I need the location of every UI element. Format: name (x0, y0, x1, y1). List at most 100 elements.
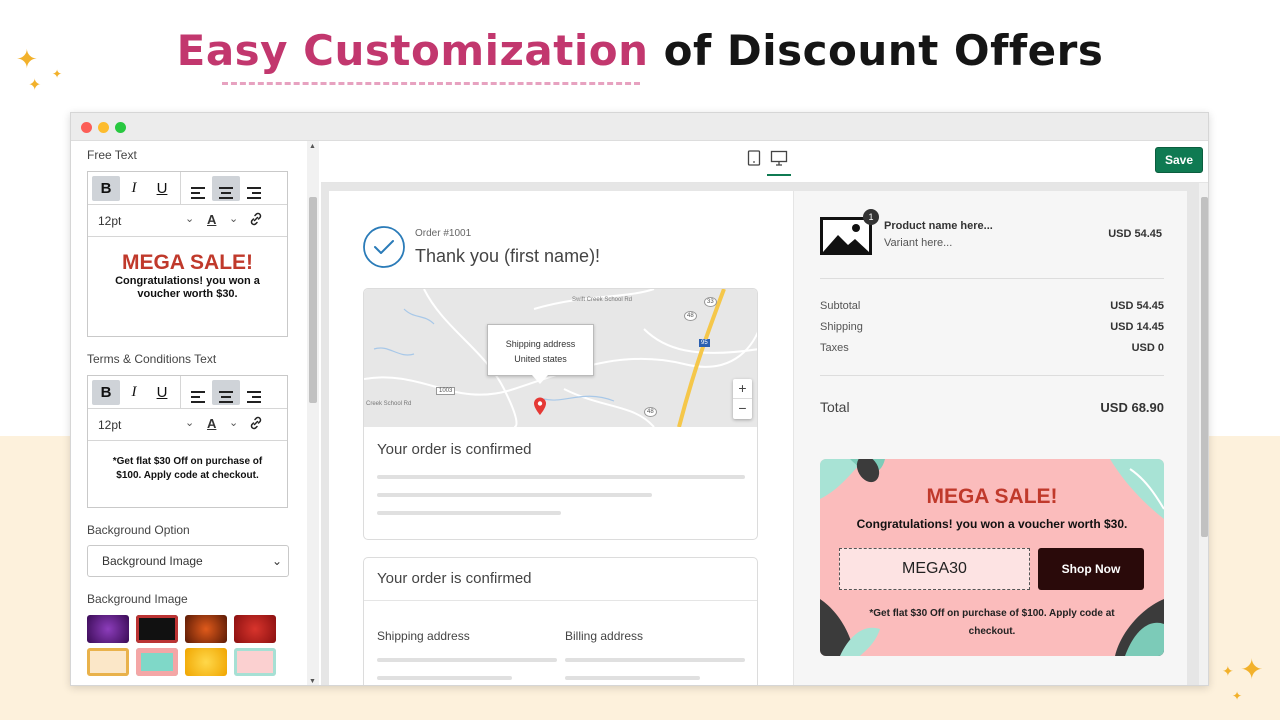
map-road-label: 95 (699, 339, 710, 347)
preview-canvas: Order #1001 Thank you (first name)! Swif… (321, 183, 1208, 685)
free-text-preview[interactable]: MEGA SALE! Congratulations! you won a vo… (88, 237, 287, 301)
link-icon[interactable] (248, 415, 264, 434)
map-pin-icon[interactable] (532, 396, 548, 421)
desktop-view-tab[interactable] (767, 148, 791, 176)
subtotal-row: Subtotal USD 54.45 (820, 300, 1164, 312)
bg-swatch-pink[interactable] (234, 648, 276, 676)
total-row: Total USD 68.90 (820, 399, 1164, 415)
terms-editor: B I U 12pt ⌄ A ⌄ *Get flat $30 Off on pu… (87, 375, 288, 508)
promo-subtitle: Congratulations! you won a voucher worth… (856, 517, 1128, 531)
bg-swatch-yellow[interactable] (185, 648, 227, 676)
taxes-value: USD 0 (1131, 342, 1164, 354)
preview-body: Congratulations! you won a voucher worth… (115, 275, 260, 300)
zoom-in-icon[interactable]: + (733, 379, 752, 398)
product-price: USD 54.45 (1108, 228, 1162, 240)
sparkle-icon: ✦ (28, 77, 42, 94)
app-window: Free Text B I U 12pt ⌄ A ⌄ MEGA SALE! Co… (70, 112, 1209, 686)
font-size-select[interactable]: 12pt (98, 214, 121, 228)
checkout-preview: Order #1001 Thank you (first name)! Swif… (329, 191, 1187, 685)
shipping-value: USD 14.45 (1110, 321, 1164, 333)
map-zoom-control: + − (733, 379, 752, 419)
minimize-window-button[interactable] (98, 122, 109, 133)
settings-scrollbar[interactable]: ▲ ▼ (307, 141, 319, 685)
bg-swatch-cream[interactable] (87, 648, 129, 676)
order-number: Order #1001 (415, 228, 472, 239)
align-right-button[interactable] (240, 176, 268, 201)
promo-terms: *Get flat $30 Off on purchase of $100. A… (869, 608, 1115, 637)
align-left-button[interactable] (184, 176, 212, 201)
map-tooltip-line1: Shipping address (505, 339, 576, 349)
scroll-down-icon[interactable]: ▼ (309, 678, 316, 685)
font-color-icon[interactable]: A (207, 212, 216, 227)
address-card: Your order is confirmed Shipping address… (363, 557, 758, 685)
quantity-badge: 1 (863, 209, 879, 225)
bold-button[interactable]: B (92, 380, 120, 405)
preview-toolbar: Save (321, 141, 1208, 183)
map[interactable]: Swift Creek School Rd Creek School Rd 10… (364, 289, 757, 427)
shop-now-button[interactable]: Shop Now (1038, 548, 1144, 590)
italic-button[interactable]: I (120, 380, 148, 405)
italic-icon: I (131, 384, 137, 400)
underline-icon: U (156, 384, 168, 401)
scroll-up-icon[interactable]: ▲ (309, 143, 316, 150)
save-button[interactable]: Save (1155, 147, 1203, 173)
hero-underline (222, 82, 640, 85)
bg-swatch-orange[interactable] (185, 615, 227, 643)
align-center-icon (219, 187, 233, 199)
font-color-icon[interactable]: A (207, 416, 216, 431)
font-size-select[interactable]: 12pt (98, 418, 121, 432)
font-toolbar: 12pt ⌄ A ⌄ (88, 205, 287, 237)
bg-swatch-purple[interactable] (87, 615, 129, 643)
underline-icon: U (156, 180, 168, 197)
underline-button[interactable]: U (148, 176, 176, 201)
terms-preview[interactable]: *Get flat $30 Off on purchase of $100. A… (88, 441, 287, 483)
bold-icon: B (100, 384, 112, 401)
bg-swatch-red[interactable] (234, 615, 276, 643)
close-window-button[interactable] (81, 122, 92, 133)
bg-swatch-mint[interactable] (136, 648, 178, 676)
check-circle-icon (362, 225, 406, 274)
italic-button[interactable]: I (120, 176, 148, 201)
order-main: Order #1001 Thank you (first name)! Swif… (329, 191, 793, 685)
subtotal-value: USD 54.45 (1110, 300, 1164, 312)
align-center-button[interactable] (212, 176, 240, 201)
hero-rest: of Discount Offers (663, 26, 1104, 75)
chevron-down-icon[interactable]: ⌄ (185, 212, 194, 225)
maximize-window-button[interactable] (115, 122, 126, 133)
thank-you-title: Thank you (first name)! (415, 246, 601, 266)
chevron-down-icon[interactable]: ⌄ (185, 416, 194, 429)
tablet-icon[interactable] (747, 150, 761, 171)
map-road-label: Creek School Rd (366, 401, 412, 407)
product-name: Product name here... (884, 220, 993, 232)
map-card: Swift Creek School Rd Creek School Rd 10… (363, 288, 758, 540)
bg-option-value: Background Image (102, 554, 203, 568)
align-center-button[interactable] (212, 380, 240, 405)
billing-address-label: Billing address (565, 629, 644, 643)
sparkle-icon: ✦ (1222, 663, 1234, 679)
align-left-button[interactable] (184, 380, 212, 405)
settings-panel: Free Text B I U 12pt ⌄ A ⌄ MEGA SALE! Co… (71, 141, 319, 685)
map-tooltip-line2: United states (514, 354, 567, 364)
map-road-label: Swift Creek School Rd (572, 297, 633, 303)
discount-code[interactable]: MEGA30 (839, 548, 1030, 590)
underline-button[interactable]: U (148, 380, 176, 405)
chevron-down-icon[interactable]: ⌄ (229, 416, 238, 429)
align-right-button[interactable] (240, 380, 268, 405)
preview-scrollbar[interactable] (1199, 183, 1208, 685)
bg-option-select[interactable]: Background Image ⌄ (87, 545, 289, 577)
zoom-out-icon[interactable]: − (733, 398, 752, 418)
promo-title: MEGA SALE! (926, 485, 1058, 508)
bg-image-label: Background Image (87, 592, 188, 606)
total-label: Total (820, 399, 850, 415)
order-confirmed-title: Your order is confirmed (377, 570, 532, 587)
settings-scroll-thumb[interactable] (309, 197, 317, 403)
bg-swatch-black[interactable] (136, 615, 178, 643)
sparkle-icon: ✦ (1240, 654, 1264, 685)
chevron-down-icon[interactable]: ⌄ (229, 212, 238, 225)
order-summary: 1 Product name here... Variant here... U… (793, 191, 1187, 685)
preview-scroll-thumb[interactable] (1201, 197, 1208, 537)
map-road-label: 1003 (436, 387, 456, 395)
bold-button[interactable]: B (92, 176, 120, 201)
link-icon[interactable] (248, 211, 264, 230)
align-right-icon (247, 187, 261, 199)
